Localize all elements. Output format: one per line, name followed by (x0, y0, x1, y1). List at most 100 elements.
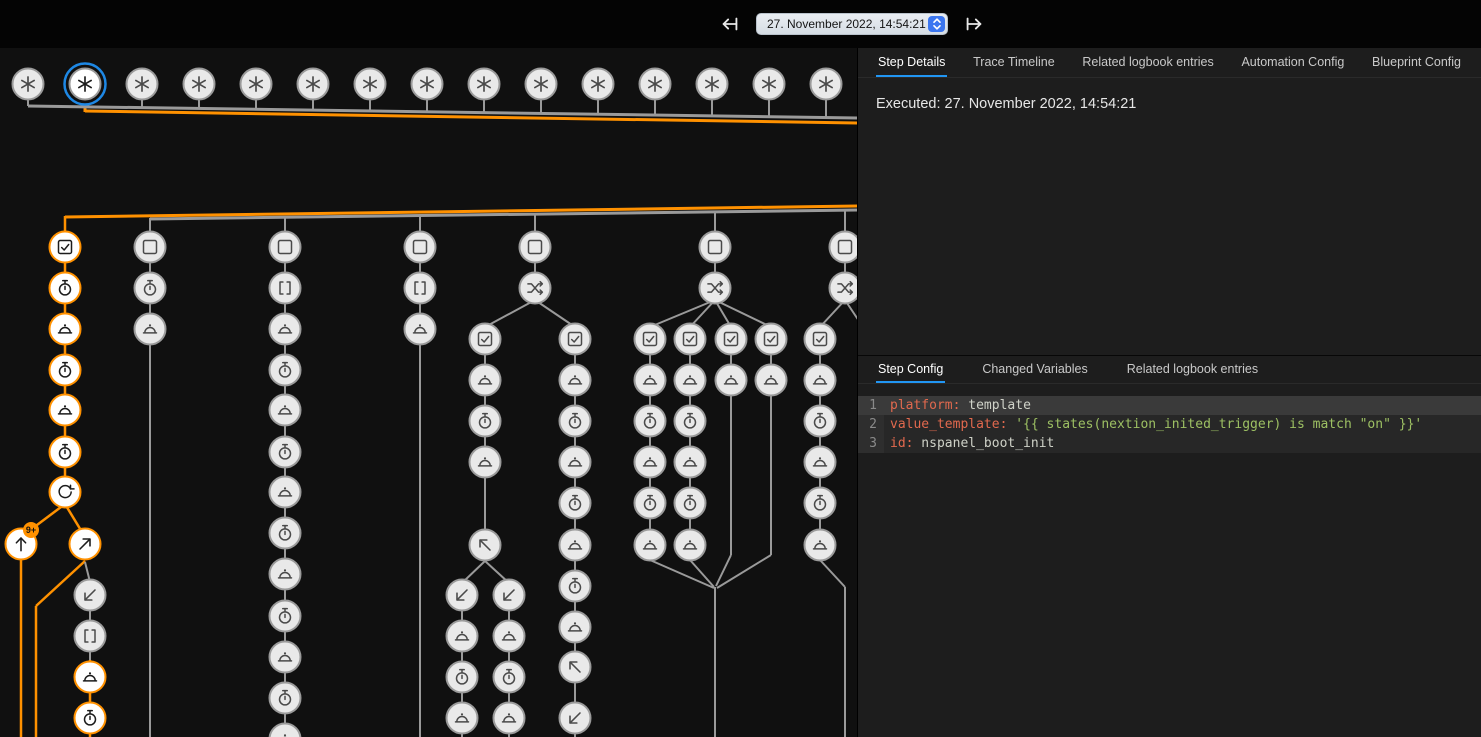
trace-node-asterisk[interactable] (127, 69, 158, 100)
trace-node-asterisk[interactable] (526, 69, 557, 100)
trace-node-service[interactable] (494, 621, 525, 652)
trace-node-checkbox-blank[interactable] (700, 232, 731, 263)
trace-node-service[interactable] (270, 477, 301, 508)
trace-node-arrow-up[interactable]: 9+ (6, 522, 40, 560)
trace-node-arrow-up-left[interactable] (470, 530, 501, 561)
trace-node-arrow-down-left[interactable] (75, 580, 106, 611)
trace-node-service[interactable] (75, 662, 106, 693)
trace-node-timer[interactable] (805, 488, 836, 519)
run-select[interactable]: 27. November 2022, 14:54:21 (756, 13, 948, 35)
trace-node-asterisk[interactable] (298, 69, 329, 100)
trace-node-service[interactable] (675, 530, 706, 561)
trace-node-timer[interactable] (447, 662, 478, 693)
trace-node-timer[interactable] (560, 488, 591, 519)
trace-node-service[interactable] (756, 365, 787, 396)
trace-node-service[interactable] (135, 314, 166, 345)
trace-node-timer[interactable] (270, 437, 301, 468)
trace-node-checkbox-marked[interactable] (470, 324, 501, 355)
trace-node-service[interactable] (470, 365, 501, 396)
trace-node-checkbox-marked[interactable] (756, 324, 787, 355)
previous-run-button[interactable] (718, 12, 742, 36)
trace-node-service[interactable] (805, 447, 836, 478)
trace-node-timer[interactable] (470, 406, 501, 437)
trace-node-brackets[interactable] (405, 273, 436, 304)
step-config-code[interactable]: 1platform: template2value_template: '{{ … (858, 396, 1481, 453)
trace-node-service[interactable] (270, 724, 301, 737)
trace-node-service[interactable] (716, 365, 747, 396)
tab-automation-config[interactable]: Automation Config (1239, 48, 1346, 77)
trace-node-timer[interactable] (805, 406, 836, 437)
trace-node-timer[interactable] (135, 273, 166, 304)
trace-node-service[interactable] (805, 365, 836, 396)
trace-node-checkbox-marked[interactable] (560, 324, 591, 355)
trace-node-service[interactable] (447, 703, 478, 734)
trace-node-checkbox-marked[interactable] (635, 324, 666, 355)
trace-node-timer[interactable] (270, 601, 301, 632)
trace-node-split[interactable] (700, 273, 731, 304)
trace-node-asterisk[interactable] (811, 69, 842, 100)
trace-node-timer[interactable] (560, 571, 591, 602)
next-run-button[interactable] (962, 12, 986, 36)
trace-node-service[interactable] (560, 365, 591, 396)
trace-node-checkbox-blank[interactable] (405, 232, 436, 263)
trace-node-checkbox-blank[interactable] (520, 232, 551, 263)
trace-node-asterisk[interactable] (640, 69, 671, 100)
trace-node-timer[interactable] (50, 273, 81, 304)
trace-node-timer[interactable] (270, 355, 301, 386)
trace-node-timer[interactable] (50, 437, 81, 468)
tab-step-details[interactable]: Step Details (876, 48, 947, 77)
trace-node-split[interactable] (830, 273, 858, 304)
trace-node-service[interactable] (560, 447, 591, 478)
trace-node-asterisk[interactable] (754, 69, 785, 100)
trace-node-service[interactable] (50, 314, 81, 345)
trace-node-asterisk[interactable] (469, 69, 500, 100)
trace-node-arrow-up-right[interactable] (70, 529, 101, 560)
trace-node-service[interactable] (635, 365, 666, 396)
trace-node-timer[interactable] (494, 662, 525, 693)
trace-node-timer[interactable] (675, 488, 706, 519)
trace-node-service[interactable] (50, 395, 81, 426)
trace-node-service[interactable] (635, 447, 666, 478)
trace-node-timer[interactable] (560, 406, 591, 437)
trace-node-service[interactable] (635, 530, 666, 561)
trace-node-asterisk[interactable] (412, 69, 443, 100)
trace-node-service[interactable] (675, 447, 706, 478)
trace-node-asterisk[interactable] (583, 69, 614, 100)
tab-changed-variables[interactable]: Changed Variables (980, 356, 1089, 383)
tab-trace-timeline[interactable]: Trace Timeline (971, 48, 1057, 77)
trace-node-brackets[interactable] (75, 621, 106, 652)
trace-node-service[interactable] (805, 530, 836, 561)
trace-node-checkbox-marked[interactable] (716, 324, 747, 355)
trace-node-repeat[interactable] (50, 477, 81, 508)
tab-step-config[interactable]: Step Config (876, 356, 945, 383)
trace-node-service[interactable] (560, 612, 591, 643)
trace-node-service[interactable] (270, 314, 301, 345)
trace-node-service[interactable] (447, 621, 478, 652)
trace-node-checkbox-blank[interactable] (270, 232, 301, 263)
trace-node-asterisk[interactable] (697, 69, 728, 100)
trace-node-arrow-down-left[interactable] (447, 580, 478, 611)
trace-node-service[interactable] (270, 559, 301, 590)
trace-node-timer[interactable] (675, 406, 706, 437)
trace-node-arrow-down-left[interactable] (494, 580, 525, 611)
trace-node-timer[interactable] (270, 683, 301, 714)
trace-node-service[interactable] (560, 530, 591, 561)
trace-node-service[interactable] (675, 365, 706, 396)
trace-node-asterisk[interactable] (184, 69, 215, 100)
trace-node-checkbox-marked[interactable] (805, 324, 836, 355)
trace-node-timer[interactable] (50, 355, 81, 386)
trace-node-asterisk[interactable] (65, 64, 106, 105)
trace-node-arrow-down-left[interactable] (560, 703, 591, 734)
trace-node-checkbox-marked[interactable] (675, 324, 706, 355)
trace-node-timer[interactable] (75, 703, 106, 734)
tab-related-logbook-entries[interactable]: Related logbook entries (1080, 48, 1215, 77)
tab-blueprint-config[interactable]: Blueprint Config (1370, 48, 1463, 77)
trace-node-timer[interactable] (635, 406, 666, 437)
trace-node-service[interactable] (270, 395, 301, 426)
tab-related-logbook-entries-2[interactable]: Related logbook entries (1125, 356, 1260, 383)
trace-node-service[interactable] (470, 447, 501, 478)
trace-node-asterisk[interactable] (241, 69, 272, 100)
trace-node-arrow-up-left[interactable] (560, 652, 591, 683)
trace-node-checkbox-blank[interactable] (830, 232, 858, 263)
trace-node-service[interactable] (270, 642, 301, 673)
